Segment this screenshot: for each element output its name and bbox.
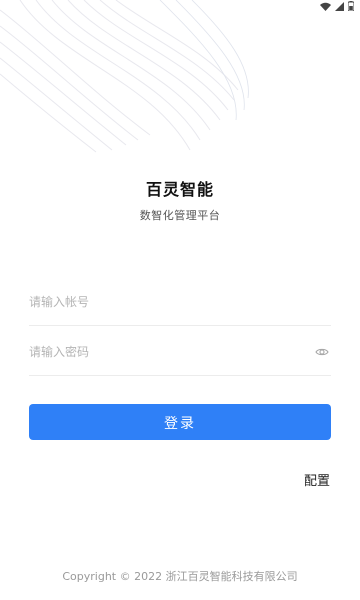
eye-icon[interactable] <box>315 345 329 359</box>
copyright-footer: Copyright © 2022 浙江百灵智能科技有限公司 <box>62 570 298 583</box>
app-title: 百灵智能 <box>145 180 214 199</box>
account-input[interactable] <box>29 287 299 317</box>
login-button[interactable]: 登录 <box>29 404 331 440</box>
status-bar <box>0 0 360 14</box>
config-link[interactable]: 配置 <box>304 470 330 489</box>
password-input[interactable] <box>29 337 299 367</box>
background-pattern <box>0 0 249 153</box>
app-subtitle: 数智化管理平台 <box>139 209 221 222</box>
account-field <box>29 281 331 326</box>
battery-icon <box>348 1 354 11</box>
status-icons <box>320 1 354 11</box>
signal-icon <box>335 1 344 11</box>
wifi-icon <box>320 2 331 11</box>
password-field <box>29 331 331 376</box>
